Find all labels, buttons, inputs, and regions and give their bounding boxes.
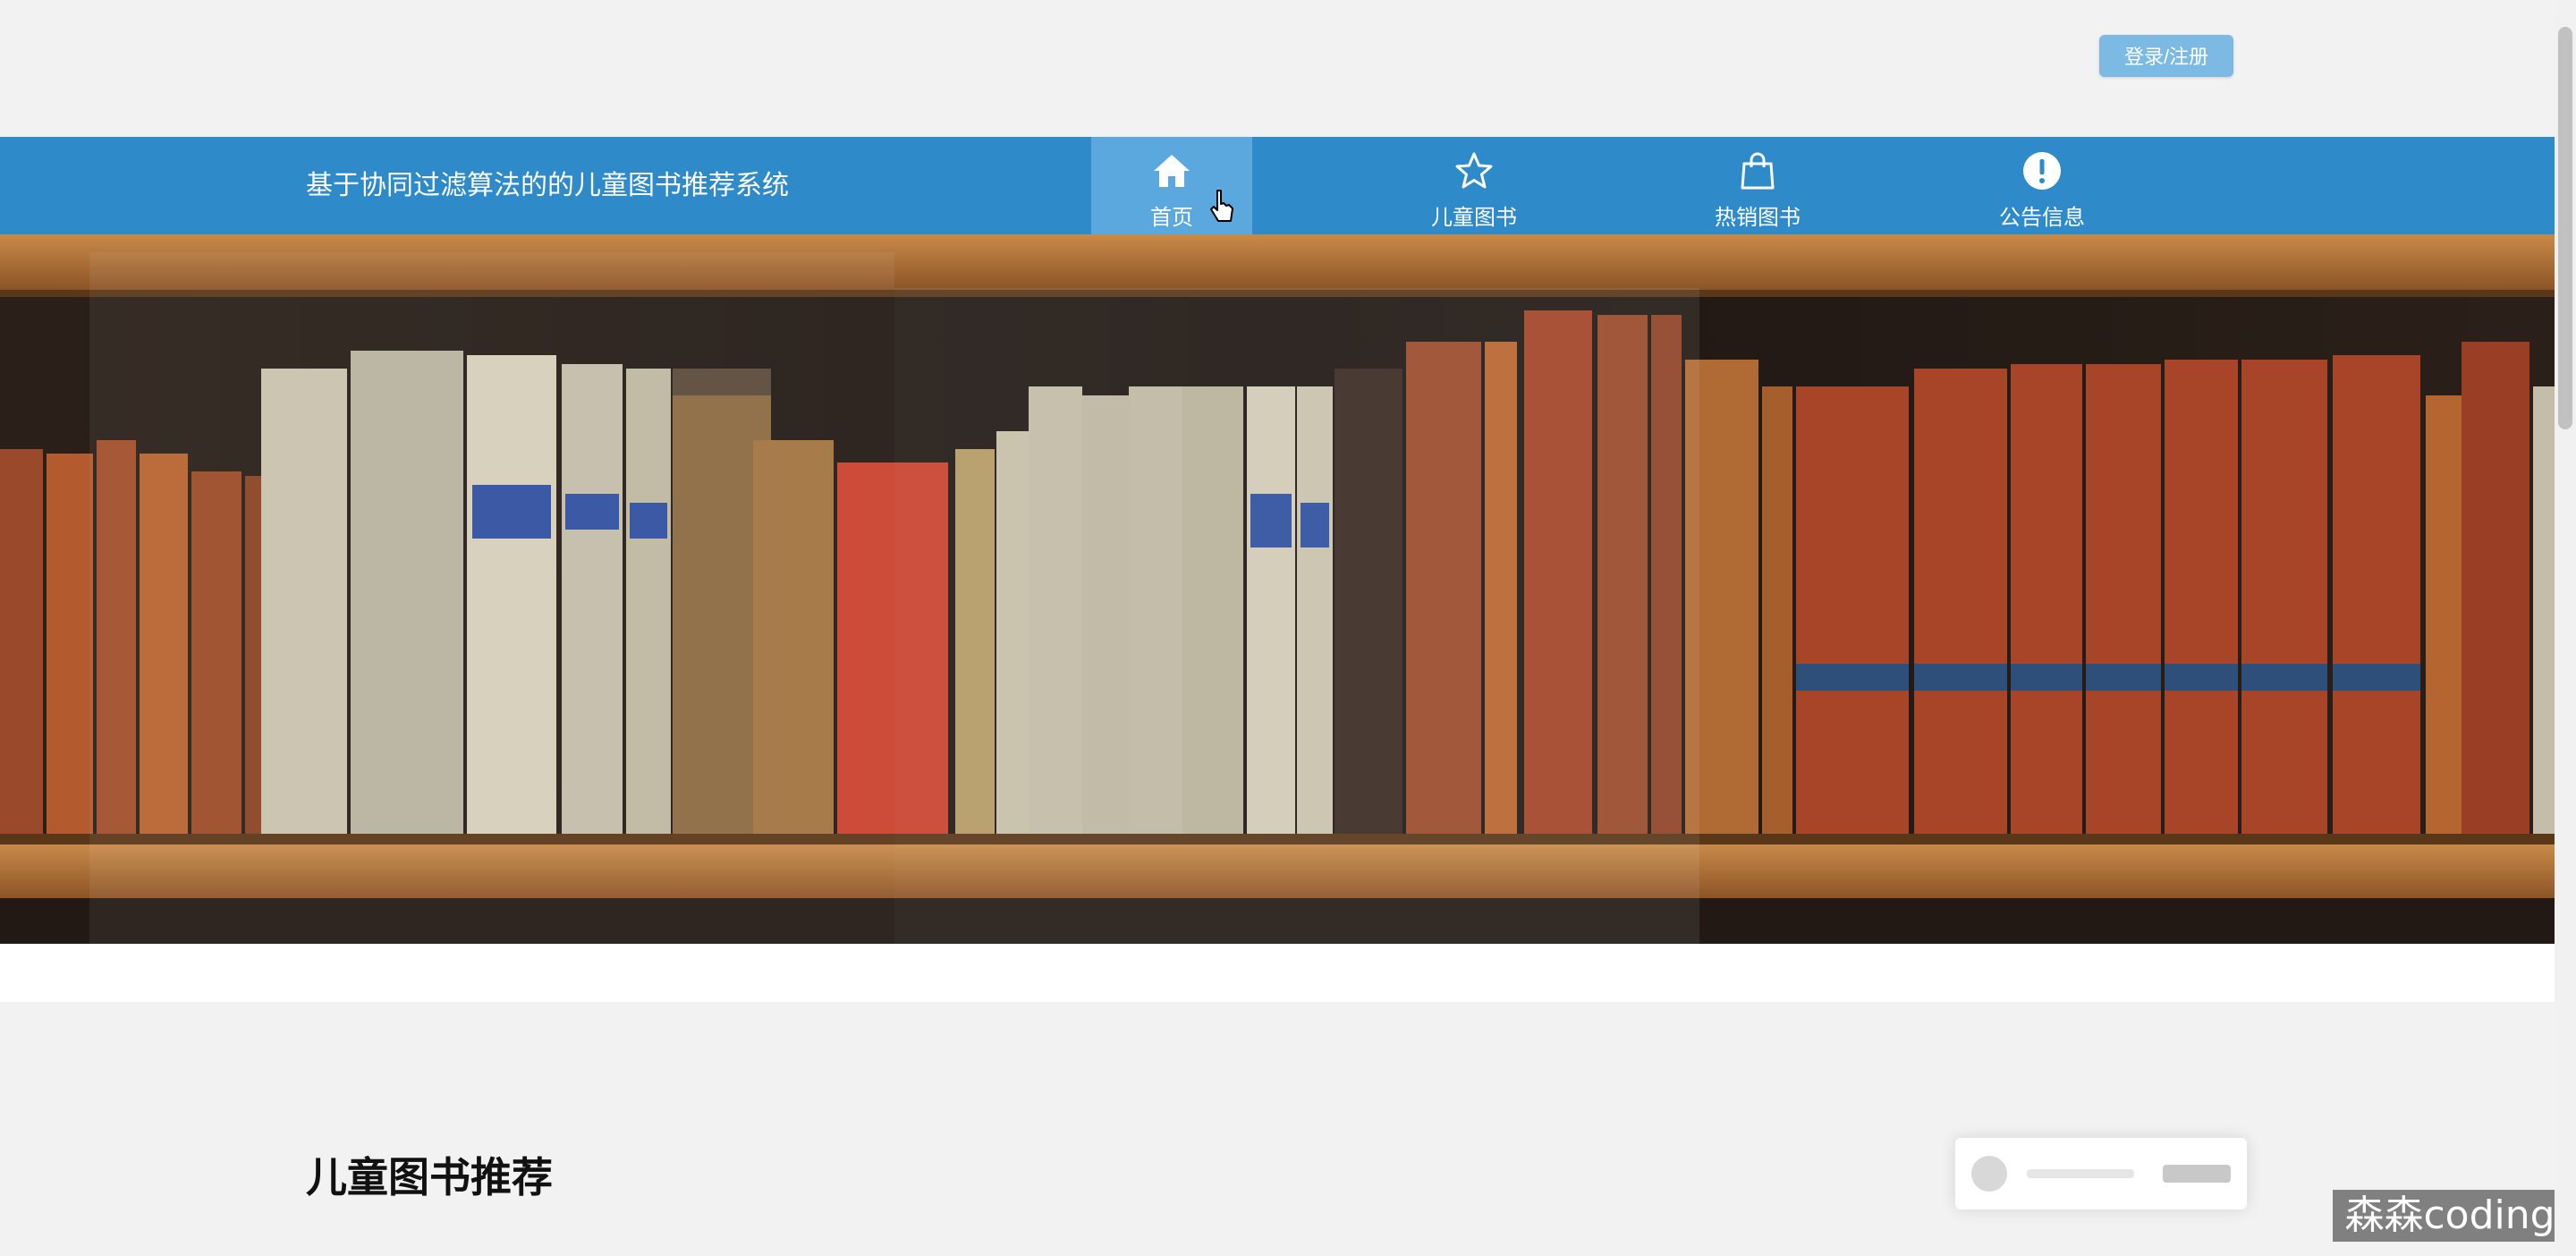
top-bar: 登录/注册	[0, 0, 2555, 137]
floating-widget[interactable]	[1955, 1138, 2247, 1209]
bookshelf-photo	[0, 234, 2555, 944]
shopping-bag-icon	[1741, 152, 1775, 190]
section-title-recommendations: 儿童图书推荐	[306, 1153, 553, 1201]
site-title: 基于协同过滤算法的的儿童图书推荐系统	[306, 170, 789, 201]
nav-item-announcements[interactable]: 公告信息	[1962, 137, 2123, 234]
nav-item-label: 热销图书	[1715, 205, 1801, 230]
banner-bottom-strip	[0, 944, 2555, 1002]
star-icon	[1455, 152, 1493, 189]
hero-carousel[interactable]	[0, 234, 2555, 944]
widget-text-placeholder	[2027, 1169, 2134, 1178]
nav-item-label: 公告信息	[1999, 205, 2085, 230]
nav-item-children-books[interactable]: 儿童图书	[1394, 137, 1555, 234]
mouse-pointer-icon	[1210, 190, 1233, 222]
home-icon	[1154, 155, 1190, 187]
nav-item-label: 儿童图书	[1431, 205, 1517, 230]
widget-icon	[1971, 1156, 2007, 1192]
login-register-button[interactable]: 登录/注册	[2099, 35, 2233, 77]
scrollbar-thumb[interactable]	[2558, 27, 2572, 429]
widget-button[interactable]	[2163, 1165, 2231, 1183]
exclamation-icon	[2023, 152, 2061, 190]
main-navbar: 基于协同过滤算法的的儿童图书推荐系统 首页 儿童图书 热销图书 公告信息	[0, 137, 2555, 234]
nav-item-hot-books[interactable]: 热销图书	[1677, 137, 1838, 234]
watermark: 森森coding	[2333, 1190, 2567, 1242]
